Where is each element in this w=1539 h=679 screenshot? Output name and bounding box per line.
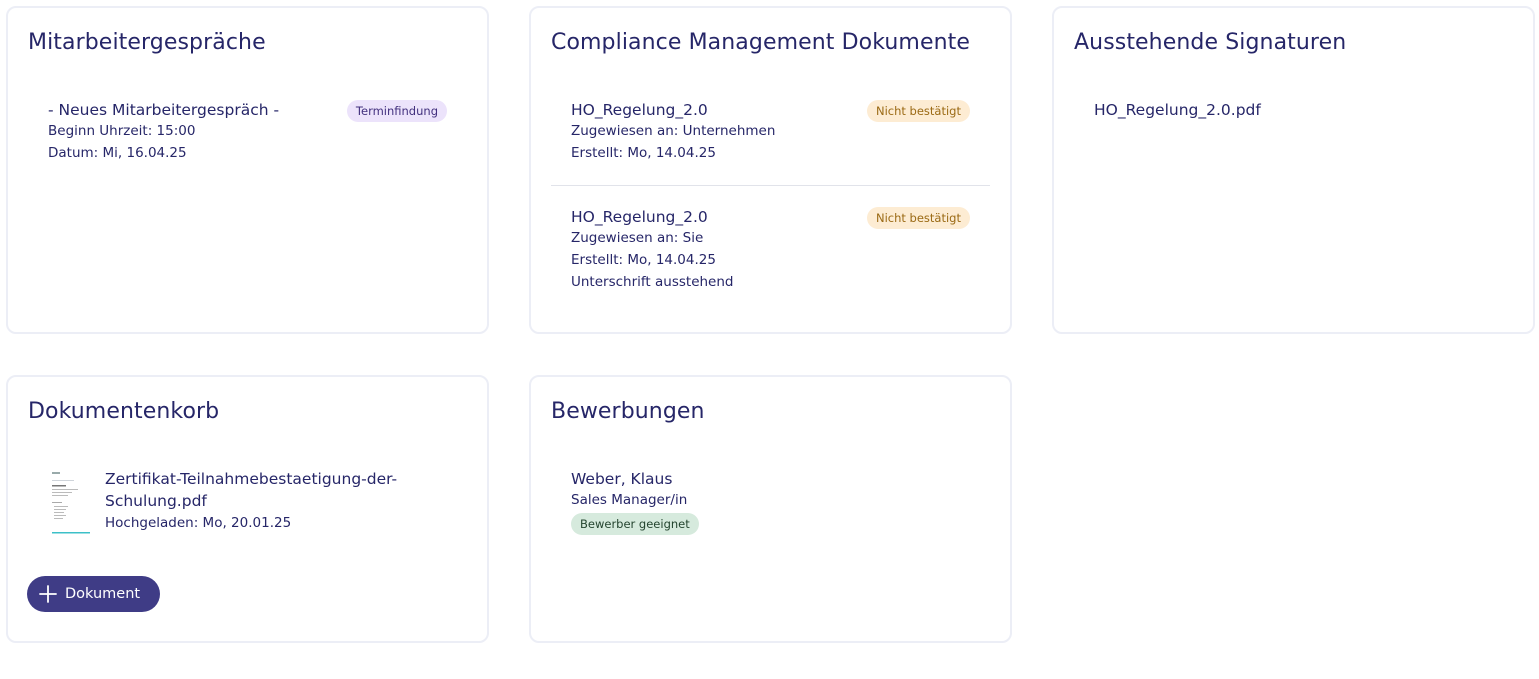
meeting-date: Datum: Mi, 16.04.25 [48, 145, 187, 161]
assigned-to: Zugewiesen an: Sie [571, 230, 704, 246]
signature-status: Unterschrift ausstehend [571, 274, 734, 290]
file-name-line-2: Schulung.pdf [105, 492, 207, 510]
document-file-entry[interactable]: Zertifikat-Teilnahmebestaetigung-der- Sc… [105, 468, 465, 534]
assigned-to: Zugewiesen an: Unternehmen [571, 123, 776, 139]
status-badge: Bewerber geeignet [571, 513, 699, 535]
card-title[interactable]: Dokumentenkorb [28, 399, 219, 424]
applicant-entry[interactable]: Weber, Klaus Sales Manager/in Bewerber g… [571, 469, 970, 535]
signature-document-name: HO_Regelung_2.0.pdf [1094, 101, 1261, 119]
card-title[interactable]: Compliance Management Dokumente [551, 30, 970, 55]
created-date: Erstellt: Mo, 14.04.25 [571, 252, 716, 268]
pdf-thumbnail-icon[interactable] [48, 468, 90, 536]
plus-icon [39, 585, 57, 603]
divider [551, 185, 990, 186]
status-badge: Nicht bestätigt [866, 100, 970, 122]
list-item[interactable]: HO_Regelung_2.0.pdf [1094, 100, 1493, 120]
card-title[interactable]: Bewerbungen [551, 399, 705, 424]
card-signaturen: Ausstehende Signaturen HO_Regelung_2.0.p… [1052, 6, 1535, 334]
created-date: Erstellt: Mo, 14.04.25 [571, 145, 716, 161]
meeting-time: Beginn Uhrzeit: 15:00 [48, 123, 196, 139]
card-compliance: Compliance Management Dokumente HO_Regel… [529, 6, 1012, 334]
card-title[interactable]: Mitarbeitergespräche [28, 30, 266, 55]
card-title[interactable]: Ausstehende Signaturen [1074, 30, 1346, 55]
applicant-position: Sales Manager/in [571, 492, 688, 508]
applicant-name: Weber, Klaus [571, 470, 673, 488]
card-bewerbungen: Bewerbungen Weber, Klaus Sales Manager/i… [529, 375, 1012, 643]
file-name-line-1: Zertifikat-Teilnahmebestaetigung-der- [105, 470, 398, 488]
list-item[interactable]: HO_Regelung_2.0 Nicht bestätigt Zugewies… [571, 100, 970, 164]
list-item[interactable]: HO_Regelung_2.0 Nicht bestätigt Zugewies… [571, 207, 970, 293]
add-document-label: Dokument [65, 586, 141, 602]
upload-date: Hochgeladen: Mo, 20.01.25 [105, 515, 292, 531]
meeting-entry[interactable]: - Neues Mitarbeitergespräch - Terminfind… [48, 100, 447, 164]
status-badge: Nicht bestätigt [866, 207, 970, 229]
card-mitarbeitergespraeche: Mitarbeitergespräche - Neues Mitarbeiter… [6, 6, 489, 334]
add-document-button[interactable]: Dokument [27, 576, 161, 612]
status-badge: Terminfindung [346, 100, 447, 122]
